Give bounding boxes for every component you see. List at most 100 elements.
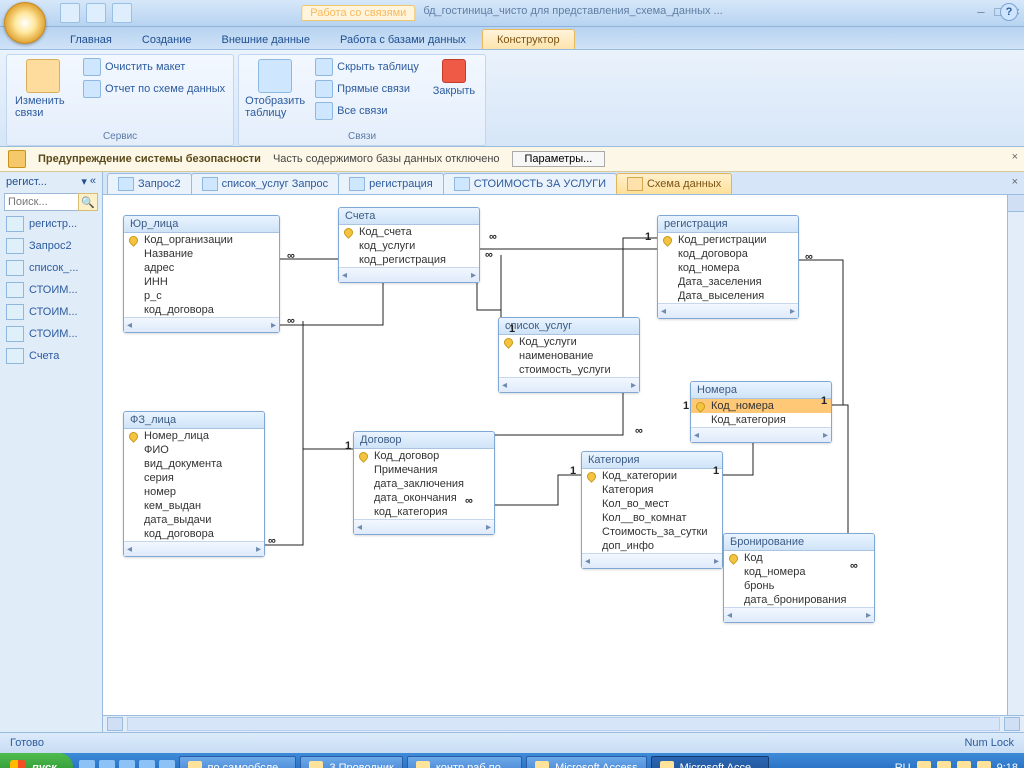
tab-create[interactable]: Создание (128, 30, 206, 49)
table-scroll[interactable]: ◂▸ (691, 427, 831, 442)
table-field[interactable]: Код_категория (691, 413, 831, 427)
tray-icon[interactable] (977, 761, 991, 768)
table-field[interactable]: код_договора (658, 247, 798, 261)
table-field[interactable]: код_услуги (339, 239, 479, 253)
table-field[interactable]: дата_бронирования (724, 593, 874, 607)
table-field[interactable]: код_договора (124, 303, 279, 317)
doc-tab[interactable]: Запрос2 (107, 173, 192, 194)
table-field[interactable]: дата_заключения (354, 477, 494, 491)
doc-close-icon[interactable]: × (1012, 176, 1018, 188)
table-scroll[interactable]: ◂▸ (658, 303, 798, 318)
nav-item[interactable]: регистр... (0, 213, 102, 235)
start-button[interactable]: пуск (0, 753, 73, 768)
nav-item[interactable]: СТОИМ... (0, 301, 102, 323)
table-field[interactable]: ИНН (124, 275, 279, 289)
table-field[interactable]: Кол__во_комнат (582, 511, 722, 525)
table-field[interactable]: дата_выдачи (124, 513, 264, 527)
nav-collapse-icon[interactable]: « (90, 175, 96, 188)
minimize-icon[interactable]: – (977, 4, 984, 19)
table-field[interactable]: Код_счета (339, 225, 479, 239)
table-field[interactable]: кем_выдан (124, 499, 264, 513)
doc-tab[interactable]: список_услуг Запрос (191, 173, 340, 194)
table-field[interactable]: бронь (724, 579, 874, 593)
table-field[interactable]: Код_категории (582, 469, 722, 483)
ql-ie-icon[interactable] (79, 760, 95, 768)
taskbar-item[interactable]: Microsoft Access (526, 756, 647, 768)
security-options-button[interactable]: Параметры... (512, 151, 606, 167)
table-field[interactable]: Примечания (354, 463, 494, 477)
table-field[interactable]: адрес (124, 261, 279, 275)
direct-relationships-button[interactable]: Прямые связи (313, 79, 421, 99)
security-close-icon[interactable]: × (1012, 151, 1018, 163)
tray-icon[interactable] (937, 761, 951, 768)
table-spisok-uslug[interactable]: список_услугКод_услугинаименованиестоимо… (498, 317, 640, 393)
edit-relationships-button[interactable]: Изменить связи (13, 57, 73, 121)
nav-item[interactable]: Запрос2 (0, 235, 102, 257)
horizontal-scrollbar[interactable] (103, 715, 1024, 732)
ql-desktop-icon[interactable] (99, 760, 115, 768)
table-field[interactable]: вид_документа (124, 457, 264, 471)
tray-clock[interactable]: 9:18 (997, 762, 1018, 768)
table-field[interactable]: ФИО (124, 443, 264, 457)
nav-category[interactable]: регист... (6, 176, 47, 188)
vertical-scrollbar[interactable] (1007, 195, 1024, 715)
table-field[interactable]: Название (124, 247, 279, 261)
tab-external-data[interactable]: Внешние данные (208, 30, 324, 49)
doc-tab[interactable]: Схема данных (616, 173, 732, 194)
relationship-canvas[interactable]: ∞ 1 ∞ ∞ ∞ 1 ∞ 1 1 ∞ ∞ 1 1 1 ∞ ∞ Юр_лицаК… (103, 195, 1024, 715)
table-field[interactable]: серия (124, 471, 264, 485)
help-icon[interactable]: ? (1000, 3, 1018, 21)
nav-item[interactable]: СТОИМ... (0, 279, 102, 301)
table-field[interactable]: Кол_во_мест (582, 497, 722, 511)
nav-item[interactable]: СТОИМ... (0, 323, 102, 345)
nav-item[interactable]: Счета (0, 345, 102, 367)
taskbar-item[interactable]: Microsoft Acce... (651, 756, 770, 768)
show-table-button[interactable]: Отобразить таблицу (245, 57, 305, 121)
all-relationships-button[interactable]: Все связи (313, 101, 421, 121)
qat-undo-icon[interactable] (86, 3, 106, 23)
close-design-button[interactable]: Закрыть (429, 57, 479, 99)
tab-home[interactable]: Главная (56, 30, 126, 49)
ql-firefox-icon[interactable] (119, 760, 135, 768)
qat-redo-icon[interactable] (112, 3, 132, 23)
table-field[interactable]: код_договора (124, 527, 264, 541)
table-field[interactable]: доп_инфо (582, 539, 722, 553)
tray-icon[interactable] (957, 761, 971, 768)
table-field[interactable]: Код_регистрации (658, 233, 798, 247)
table-fz-litsa[interactable]: ФЗ_лицаНомер_лицаФИОвид_документасерияно… (123, 411, 265, 557)
tab-database-tools[interactable]: Работа с базами данных (326, 30, 480, 49)
taskbar-item[interactable]: контр.раб по ... (407, 756, 522, 768)
table-field[interactable]: код_регистрация (339, 253, 479, 267)
taskbar-item[interactable]: по самообсле... (179, 756, 297, 768)
doc-tab[interactable]: регистрация (338, 173, 444, 194)
table-field[interactable]: Код_договор (354, 449, 494, 463)
tray-icon[interactable] (917, 761, 931, 768)
relationship-report-button[interactable]: Отчет по схеме данных (81, 79, 227, 99)
ql-more-icon[interactable] (159, 760, 175, 768)
table-field[interactable]: наименование (499, 349, 639, 363)
clear-layout-button[interactable]: Очистить макет (81, 57, 227, 77)
table-field[interactable]: Код_организации (124, 233, 279, 247)
table-scroll[interactable]: ◂▸ (499, 377, 639, 392)
table-field[interactable]: р_с (124, 289, 279, 303)
table-scroll[interactable]: ◂▸ (354, 519, 494, 534)
tab-design[interactable]: Конструктор (482, 29, 575, 49)
tray-lang[interactable]: RU (895, 762, 911, 768)
table-scheta[interactable]: СчетаКод_счетакод_услугикод_регистрация◂… (338, 207, 480, 283)
hide-table-button[interactable]: Скрыть таблицу (313, 57, 421, 77)
table-field[interactable]: стоимость_услуги (499, 363, 639, 377)
table-field[interactable]: Номер_лица (124, 429, 264, 443)
table-field[interactable]: код_номера (658, 261, 798, 275)
table-field[interactable]: Код_услуги (499, 335, 639, 349)
office-button[interactable] (4, 2, 46, 44)
table-dogovor[interactable]: ДоговорКод_договорПримечаниядата_заключе… (353, 431, 495, 535)
nav-search-input[interactable] (4, 193, 78, 211)
ql-app-icon[interactable] (139, 760, 155, 768)
table-kategoriya[interactable]: КатегорияКод_категорииКатегорияКол_во_ме… (581, 451, 723, 569)
table-scroll[interactable]: ◂▸ (124, 541, 264, 556)
table-scroll[interactable]: ◂▸ (724, 607, 874, 622)
table-registratsiya[interactable]: регистрацияКод_регистрациикод_договорако… (657, 215, 799, 319)
taskbar-item[interactable]: 3 Проводник (300, 756, 402, 768)
table-yur-litsa[interactable]: Юр_лицаКод_организацииНазваниеадресИННр_… (123, 215, 280, 333)
table-scroll[interactable]: ◂▸ (582, 553, 722, 568)
